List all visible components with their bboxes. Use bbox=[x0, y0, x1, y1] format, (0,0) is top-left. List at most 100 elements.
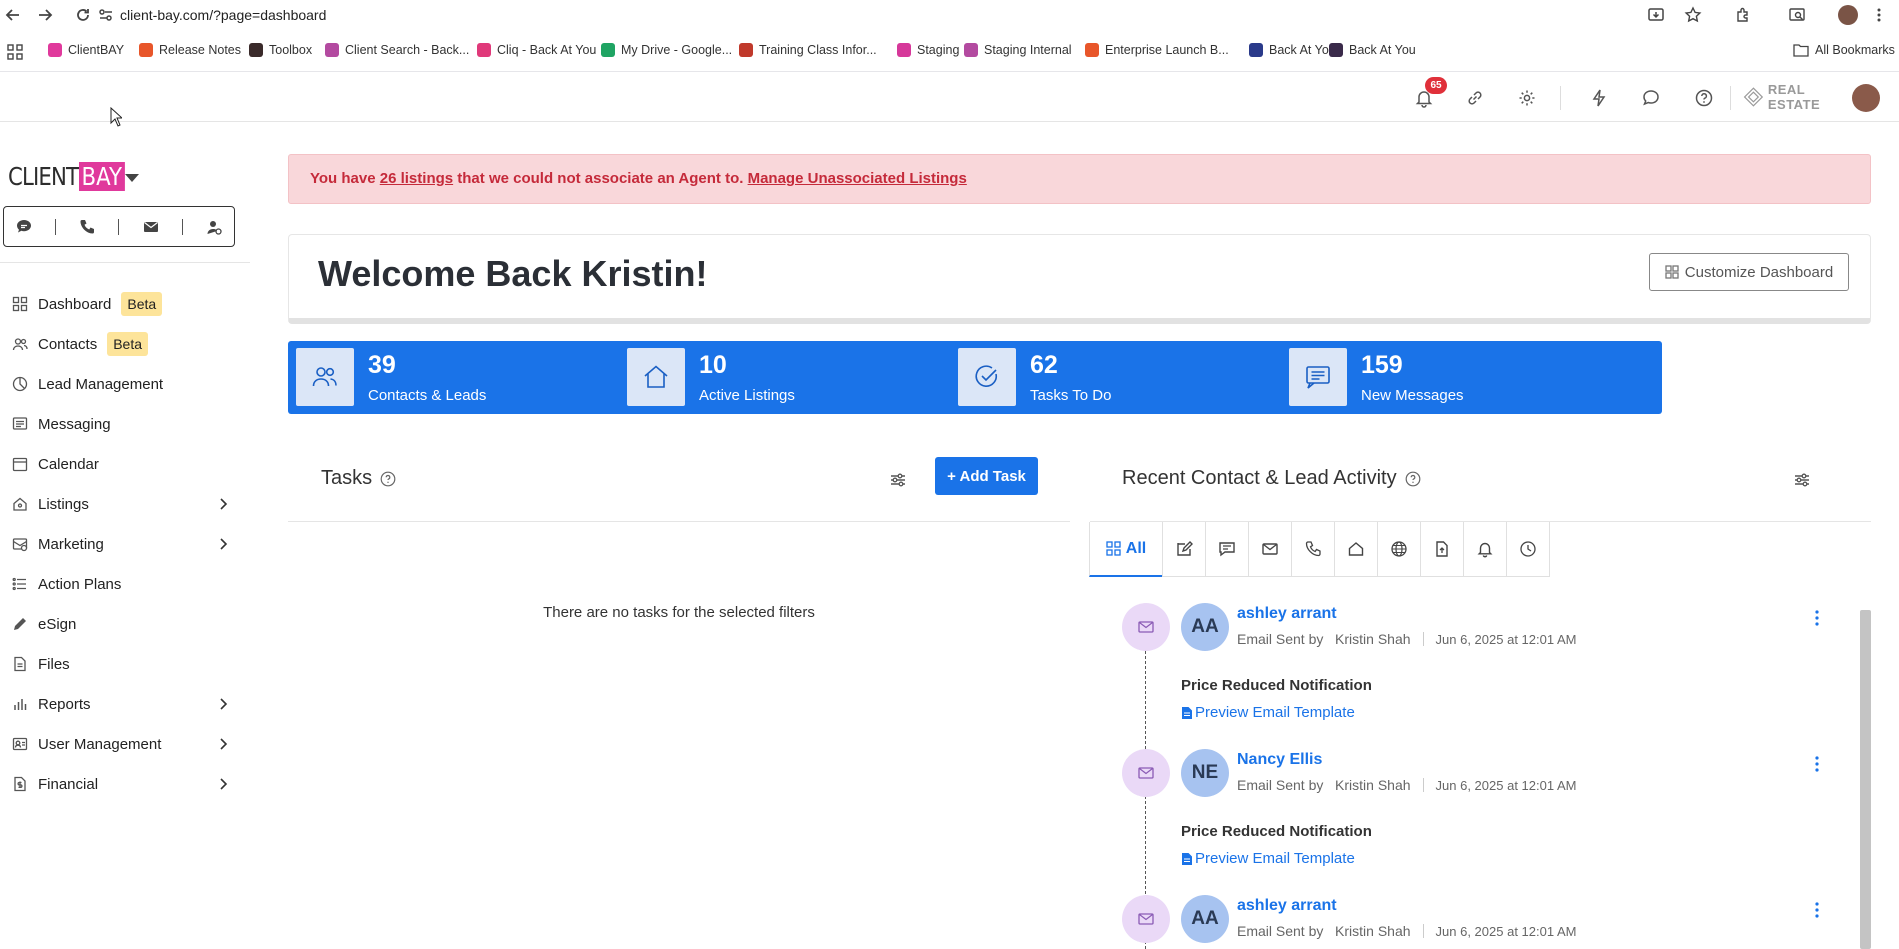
lightning-icon[interactable] bbox=[1589, 88, 1609, 108]
address-bar[interactable]: client-bay.com/?page=dashboard bbox=[120, 6, 326, 24]
sidebar-item-label: Reports bbox=[38, 695, 91, 713]
sidebar-item-lead-management[interactable]: Lead Management bbox=[0, 364, 250, 404]
bookmark-label: ClientBAY bbox=[68, 43, 125, 57]
bookmark-favicon-icon bbox=[249, 43, 263, 57]
browser-profile-avatar[interactable] bbox=[1838, 5, 1858, 25]
bookmark-label: Client Search - Back... bbox=[345, 43, 470, 57]
customize-dashboard-button[interactable]: Customize Dashboard bbox=[1649, 253, 1849, 291]
activity-action: Email Sent by bbox=[1237, 777, 1324, 793]
tab-alerts[interactable] bbox=[1463, 522, 1507, 577]
more-options-icon[interactable] bbox=[1812, 754, 1822, 774]
reload-icon[interactable] bbox=[74, 6, 92, 24]
chevron-right-icon[interactable] bbox=[217, 697, 229, 711]
contact-initials-avatar[interactable]: AA bbox=[1181, 895, 1229, 943]
bookmark-item[interactable]: Client Search - Back... bbox=[325, 43, 469, 57]
bookmark-item[interactable]: Staging Internal bbox=[964, 43, 1072, 57]
back-arrow-icon[interactable] bbox=[4, 6, 22, 24]
sidebar-item-action-plans[interactable]: Action Plans bbox=[0, 564, 250, 604]
forward-arrow-icon[interactable] bbox=[36, 6, 54, 24]
stat-card-new-messages[interactable]: 159 New Messages bbox=[1281, 341, 1662, 414]
add-contact-icon[interactable] bbox=[205, 218, 223, 236]
sidebar-item-contacts[interactable]: Contacts Beta bbox=[0, 324, 250, 364]
all-bookmarks[interactable]: All Bookmarks bbox=[1793, 43, 1895, 57]
phone-icon[interactable] bbox=[78, 218, 96, 236]
stat-card-tasks-to-do[interactable]: 62 Tasks To Do bbox=[950, 341, 1331, 414]
more-options-icon[interactable] bbox=[1812, 900, 1822, 920]
contact-initials-avatar[interactable]: NE bbox=[1181, 749, 1229, 797]
activity-agent: Kristin Shah bbox=[1335, 777, 1411, 793]
contact-initials-avatar[interactable]: AA bbox=[1181, 603, 1229, 651]
help-circle-icon[interactable] bbox=[380, 471, 396, 487]
bookmark-item[interactable]: Enterprise Launch B... bbox=[1085, 43, 1229, 57]
bookmark-item[interactable]: Staging bbox=[897, 43, 959, 57]
tab-email[interactable] bbox=[1248, 522, 1292, 577]
bookmark-item[interactable]: ClientBAY bbox=[48, 43, 124, 57]
bookmark-item[interactable]: Back At You bbox=[1249, 43, 1336, 57]
chevron-right-icon[interactable] bbox=[217, 497, 229, 511]
sidebar-item-messaging[interactable]: Messaging bbox=[0, 404, 250, 444]
bookmark-item[interactable]: Cliq - Back At You bbox=[477, 43, 596, 57]
clientbay-logo[interactable]: CLIENT BAY bbox=[8, 162, 132, 191]
more-options-icon[interactable] bbox=[1812, 608, 1822, 628]
tab-history[interactable] bbox=[1506, 522, 1550, 577]
tab-sms[interactable] bbox=[1205, 522, 1249, 577]
manage-unassociated-link[interactable]: Manage Unassociated Listings bbox=[748, 170, 967, 187]
star-bookmark-icon[interactable] bbox=[1684, 6, 1702, 24]
bookmark-item[interactable]: Release Notes bbox=[139, 43, 241, 57]
install-app-icon[interactable] bbox=[1647, 6, 1665, 24]
preview-email-template-link[interactable]: Preview Email Template bbox=[1181, 850, 1355, 867]
sidebar-item-files[interactable]: Files bbox=[0, 644, 250, 684]
preview-email-template-link[interactable]: Preview Email Template bbox=[1181, 704, 1355, 721]
sidebar-item-calendar[interactable]: Calendar bbox=[0, 444, 250, 484]
contact-name-link[interactable]: ashley arrant bbox=[1237, 605, 1337, 623]
tab-documents[interactable] bbox=[1420, 522, 1464, 577]
activity-scrollbar[interactable] bbox=[1860, 610, 1871, 949]
sidebar-item-reports[interactable]: Reports bbox=[0, 684, 250, 724]
extensions-icon[interactable] bbox=[1735, 6, 1753, 24]
chevron-right-icon[interactable] bbox=[217, 777, 229, 791]
tab-search-icon[interactable] bbox=[1788, 6, 1806, 24]
link-icon[interactable] bbox=[1465, 88, 1485, 108]
bookmark-item[interactable]: Toolbox bbox=[249, 43, 312, 57]
add-task-button[interactable]: + Add Task bbox=[935, 457, 1038, 495]
stat-card-contacts-leads[interactable]: 39 Contacts & Leads bbox=[288, 341, 669, 414]
sidebar-item-marketing[interactable]: Marketing bbox=[0, 524, 250, 564]
chevron-right-icon[interactable] bbox=[217, 737, 229, 751]
bookmark-item[interactable]: Back At You bbox=[1329, 43, 1416, 57]
stat-card-active-listings[interactable]: 10 Active Listings bbox=[619, 341, 1000, 414]
tab-web[interactable] bbox=[1377, 522, 1421, 577]
bookmark-item[interactable]: My Drive - Google... bbox=[601, 43, 732, 57]
company-logo: REAL ESTATE bbox=[1743, 82, 1843, 112]
contact-name-link[interactable]: Nancy Ellis bbox=[1237, 751, 1322, 769]
activity-entry: AA ashley arrant Email Sent by Kristin Sha… bbox=[1122, 578, 1862, 724]
gear-icon[interactable] bbox=[1517, 88, 1537, 108]
logo-text-bay: BAY bbox=[78, 162, 125, 191]
tab-notes[interactable] bbox=[1162, 522, 1206, 577]
envelope-icon[interactable] bbox=[142, 218, 160, 236]
sidebar-item-listings[interactable]: Listings bbox=[0, 484, 250, 524]
sidebar-item-user-management[interactable]: User Management bbox=[0, 724, 250, 764]
chat-bubble-icon[interactable] bbox=[1641, 88, 1661, 108]
user-avatar[interactable] bbox=[1852, 84, 1880, 112]
activity-filter-icon[interactable] bbox=[1792, 470, 1812, 490]
tab-listings[interactable] bbox=[1334, 522, 1378, 577]
contact-name-link[interactable]: ashley arrant bbox=[1237, 897, 1337, 915]
sidebar-item-dashboard[interactable]: Dashboard Beta bbox=[0, 284, 250, 324]
activity-date: Jun 6, 2025 at 12:01 AM bbox=[1435, 778, 1577, 793]
sidebar-item-esign[interactable]: eSign bbox=[0, 604, 250, 644]
tasks-filter-icon[interactable] bbox=[888, 470, 908, 490]
sidebar-item-financial[interactable]: Financial bbox=[0, 764, 250, 804]
chat-icon[interactable] bbox=[15, 218, 33, 236]
chevron-right-icon[interactable] bbox=[217, 537, 229, 551]
bookmark-item[interactable]: Training Class Infor... bbox=[739, 43, 877, 57]
files-icon bbox=[14, 656, 26, 672]
tab-calls[interactable] bbox=[1291, 522, 1335, 577]
tab-all[interactable]: All bbox=[1089, 522, 1163, 577]
browser-menu-icon[interactable] bbox=[1870, 6, 1888, 24]
help-icon[interactable] bbox=[1694, 88, 1714, 108]
help-circle-icon[interactable] bbox=[1405, 471, 1421, 487]
apps-grid-icon[interactable] bbox=[7, 44, 23, 60]
listings-count-link[interactable]: 26 listings bbox=[380, 170, 453, 187]
app-switcher-caret-icon[interactable] bbox=[125, 174, 139, 182]
site-settings-icon[interactable] bbox=[97, 6, 115, 24]
